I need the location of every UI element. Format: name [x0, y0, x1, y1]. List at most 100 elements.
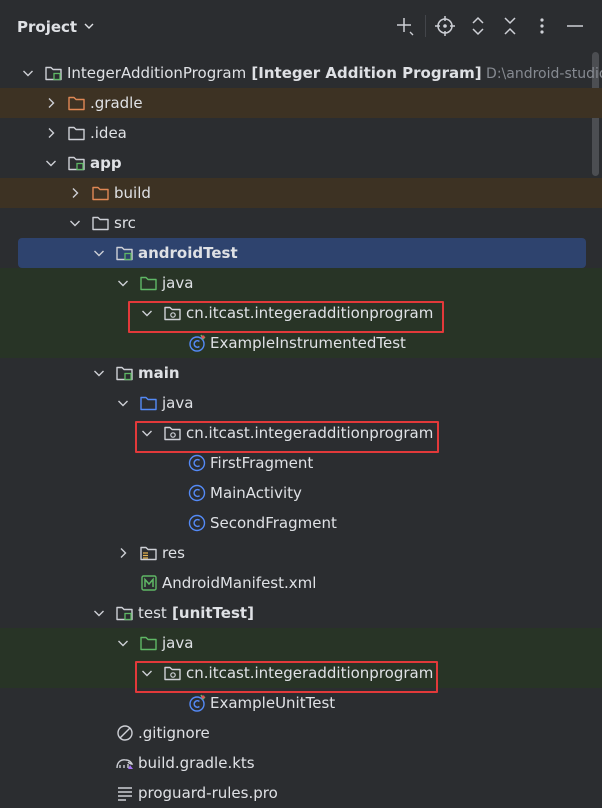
item-qualifier: [unitTest]	[166, 604, 254, 622]
class-test-icon	[187, 694, 207, 712]
item-name: java	[162, 634, 194, 652]
project-view-selector[interactable]: Project	[17, 18, 95, 36]
tree-item-label: build.gradle.kts	[138, 754, 255, 772]
folder-source-icon	[139, 394, 159, 412]
item-name: .idea	[90, 124, 127, 142]
folder-icon	[91, 214, 111, 232]
tree-row[interactable]: .gradle	[0, 88, 602, 118]
tree-row[interactable]: java	[0, 388, 602, 418]
tree-item-label: AndroidManifest.xml	[162, 574, 316, 592]
class-test-icon	[187, 334, 207, 352]
folder-test-icon	[139, 634, 159, 652]
item-name: FirstFragment	[210, 454, 314, 472]
folder-test-icon	[139, 274, 159, 292]
tree-item-label: proguard-rules.pro	[138, 784, 278, 802]
chevron-down-icon[interactable]	[92, 366, 106, 380]
crosshair-icon[interactable]	[433, 14, 457, 38]
project-panel-header: Project	[0, 0, 602, 56]
tree-row[interactable]: IntegerAdditionProgram [Integer Addition…	[0, 58, 602, 88]
folder-res-icon	[139, 544, 159, 562]
tree-item-label: java	[162, 634, 193, 652]
item-name: ExampleInstrumentedTest	[210, 334, 406, 352]
tree-item-label: .idea	[90, 124, 127, 142]
tree-row[interactable]: androidTest	[0, 238, 602, 268]
tree-row[interactable]: MainActivity	[0, 478, 602, 508]
expand-icon[interactable]	[466, 14, 490, 38]
highlight-box	[128, 301, 444, 333]
ignore-icon	[115, 724, 135, 742]
tree-row[interactable]: src	[0, 208, 602, 238]
item-name: ExampleUnitTest	[210, 694, 336, 712]
tree-item-label: ExampleInstrumentedTest	[210, 334, 406, 352]
item-name: SecondFragment	[210, 514, 337, 532]
highlight-box	[135, 421, 439, 453]
chevron-right-icon[interactable]	[44, 96, 58, 110]
tree-row[interactable]: SecondFragment	[0, 508, 602, 538]
chevron-down-icon[interactable]	[116, 396, 130, 410]
tree-row[interactable]: java	[0, 268, 602, 298]
item-name: build	[114, 184, 151, 202]
folder-excluded-icon	[67, 94, 87, 112]
tree-row[interactable]: test [unitTest]	[0, 598, 602, 628]
panel-title: Project	[17, 18, 78, 36]
item-name: java	[162, 274, 194, 292]
manifest-icon	[139, 574, 159, 592]
row-highlight	[0, 268, 602, 298]
tree-item-label: .gitignore	[138, 724, 210, 742]
chevron-down-icon[interactable]	[116, 636, 130, 650]
tree-row[interactable]: proguard-rules.pro	[0, 778, 602, 808]
tree-item-label: ExampleUnitTest	[210, 694, 335, 712]
tree-row[interactable]: .gitignore	[0, 718, 602, 748]
class-icon	[187, 454, 207, 472]
chevron-down-icon[interactable]	[21, 66, 35, 80]
tree-row[interactable]: main	[0, 358, 602, 388]
chevron-down-icon[interactable]	[44, 156, 58, 170]
source-folder-test-icon	[115, 244, 135, 262]
module-folder-icon	[44, 64, 64, 82]
item-name: main	[138, 364, 180, 382]
chevron-right-icon[interactable]	[116, 546, 130, 560]
highlight-box	[135, 661, 438, 693]
tree-row[interactable]: res	[0, 538, 602, 568]
tree-item-label: src	[114, 214, 136, 232]
item-name: AndroidManifest.xml	[162, 574, 317, 592]
item-name: res	[162, 544, 185, 562]
tree-row[interactable]: app	[0, 148, 602, 178]
chevron-down-icon	[83, 18, 95, 36]
folder-icon	[67, 124, 87, 142]
item-name: MainActivity	[210, 484, 302, 502]
chevron-down-icon[interactable]	[68, 216, 82, 230]
add-icon[interactable]	[393, 14, 417, 38]
tree-row[interactable]: java	[0, 628, 602, 658]
collapse-icon[interactable]	[498, 14, 522, 38]
chevron-down-icon[interactable]	[92, 606, 106, 620]
toolbar-separator	[425, 15, 426, 37]
item-name: java	[162, 394, 194, 412]
tree-item-label: androidTest	[138, 244, 238, 262]
chevron-right-icon[interactable]	[68, 186, 82, 200]
item-name: proguard-rules.pro	[138, 784, 278, 802]
item-name: test	[138, 604, 167, 622]
item-name: androidTest	[138, 244, 238, 262]
more-icon[interactable]	[530, 14, 554, 38]
item-name: src	[114, 214, 136, 232]
tree-item-label: test [unitTest]	[138, 604, 254, 622]
item-path: D:\android-studio-	[481, 66, 602, 82]
tree-item-label: java	[162, 394, 193, 412]
tree-item-label: main	[138, 364, 180, 382]
tree-item-label: app	[90, 154, 122, 172]
tree-item-label: MainActivity	[210, 484, 302, 502]
tree-row[interactable]: AndroidManifest.xml	[0, 568, 602, 598]
source-folder-icon	[115, 364, 135, 382]
item-name: build.gradle.kts	[138, 754, 255, 772]
chevron-down-icon[interactable]	[92, 246, 106, 260]
chevron-right-icon[interactable]	[44, 126, 58, 140]
tree-row[interactable]: .idea	[0, 118, 602, 148]
minimize-icon[interactable]	[563, 14, 587, 38]
chevron-down-icon[interactable]	[116, 276, 130, 290]
source-folder-icon	[115, 604, 135, 622]
tree-row[interactable]: build.gradle.kts	[0, 748, 602, 778]
tree-row[interactable]: build	[0, 178, 602, 208]
tree-item-label: SecondFragment	[210, 514, 337, 532]
row-highlight	[0, 628, 602, 658]
